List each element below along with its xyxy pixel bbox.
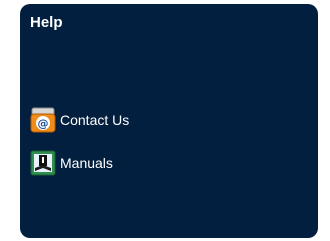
manuals-label: Manuals [60,155,113,171]
manual-book-icon [30,150,56,176]
panel-title: Help [30,14,63,31]
svg-text:@: @ [38,117,49,130]
contact-us-label: Contact Us [60,112,130,128]
help-panel: Help @ Contact Us Manuals [20,4,318,238]
manuals-link[interactable]: Manuals [30,149,113,177]
email-at-icon: @ [30,107,56,133]
contact-us-link[interactable]: @ Contact Us [30,106,129,134]
